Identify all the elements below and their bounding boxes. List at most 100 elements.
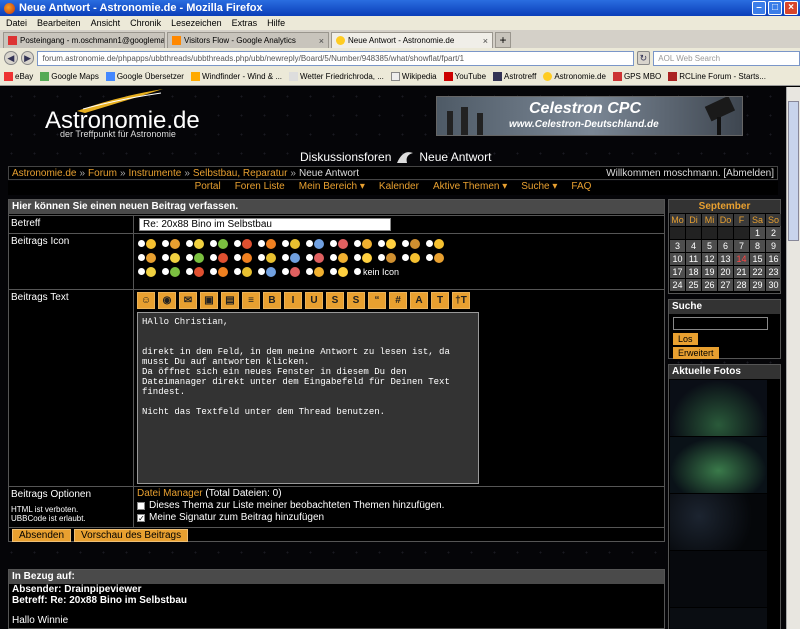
tab-analytics[interactable]: Visitors Flow - Google Analytics × (167, 32, 329, 48)
calendar-day[interactable]: 5 (702, 240, 717, 252)
bookmark-wetter[interactable]: Wetter Friedrichroda, ... (289, 72, 384, 81)
radio-icon[interactable] (210, 268, 217, 275)
calendar-day[interactable]: 22 (750, 266, 765, 278)
vertical-scrollbar[interactable] (786, 87, 800, 629)
toolbar-quote-button[interactable]: “ (368, 292, 386, 309)
radio-icon[interactable] (234, 254, 241, 261)
submit-button[interactable]: Absenden (12, 528, 72, 542)
radio-icon[interactable] (138, 254, 145, 261)
calendar-day[interactable]: 10 (670, 253, 685, 265)
radio-icon[interactable] (258, 240, 265, 247)
calendar-day[interactable]: 8 (750, 240, 765, 252)
aurora-photo-1[interactable] (670, 380, 767, 436)
calendar-day[interactable]: 20 (718, 266, 733, 278)
radio-icon[interactable] (162, 240, 169, 247)
menu-ansicht[interactable]: Ansicht (91, 18, 121, 28)
calendar-day[interactable]: 18 (686, 266, 701, 278)
radio-icon[interactable] (258, 268, 265, 275)
post-icon-option[interactable] (378, 251, 397, 264)
post-icon-option[interactable] (330, 251, 349, 264)
bookmark-astrotreff[interactable]: Astrotreff (493, 72, 536, 81)
bookmark-gps-mbo[interactable]: GPS MBO (612, 72, 661, 81)
nav-foren-liste[interactable]: Foren Liste (235, 181, 285, 195)
post-icon-option[interactable] (282, 251, 301, 264)
scrollbar-thumb[interactable] (788, 101, 799, 241)
radio-icon[interactable] (282, 268, 289, 275)
post-icon-option[interactable] (162, 251, 181, 264)
radio-icon[interactable] (282, 240, 289, 247)
nav-aktive-themen[interactable]: Aktive Themen ▾ (433, 181, 507, 195)
calendar-day[interactable]: 2 (766, 227, 781, 239)
message-textarea[interactable]: HAllo Christian, direkt in dem Feld, in … (137, 312, 479, 484)
radio-icon[interactable] (234, 240, 241, 247)
bookmark-google-translate[interactable]: Google Übersetzer (105, 72, 184, 81)
post-icon-option[interactable] (138, 251, 157, 264)
toolbar-italic-button[interactable]: I (284, 292, 302, 309)
post-icon-option[interactable] (210, 251, 229, 264)
post-icon-option[interactable] (258, 237, 277, 250)
post-icon-option[interactable] (234, 251, 253, 264)
menu-hilfe[interactable]: Hilfe (267, 18, 285, 28)
toolbar-list-button[interactable]: ≡ (242, 292, 260, 309)
radio-icon[interactable] (162, 254, 169, 261)
post-icon-option[interactable] (330, 237, 349, 250)
calendar-day[interactable]: 11 (686, 253, 701, 265)
radio-icon[interactable] (426, 254, 433, 261)
post-icon-option[interactable] (402, 237, 421, 250)
bookmark-google-maps[interactable]: Google Maps (40, 72, 99, 81)
radio-icon[interactable] (354, 268, 361, 275)
calendar-day[interactable]: 7 (734, 240, 749, 252)
no-icon-option[interactable]: kein Icon (354, 265, 399, 278)
post-icon-option[interactable] (282, 237, 301, 250)
nav-portal[interactable]: Portal (195, 181, 221, 195)
address-bar[interactable]: forum.astronomie.de/phpapps/ubbthreads/u… (37, 50, 634, 66)
calendar-day[interactable]: 24 (670, 279, 685, 291)
calendar-day[interactable]: 26 (702, 279, 717, 291)
new-tab-button[interactable]: + (495, 32, 511, 48)
toolbar-font-size-button[interactable]: †T (452, 292, 470, 309)
signature-checkbox[interactable]: ✓ (137, 514, 145, 523)
bookmark-ebay[interactable]: eBay (4, 72, 33, 81)
toolbar-image-small-button[interactable]: ▤ (221, 292, 239, 309)
tab-close-icon[interactable]: × (483, 36, 488, 46)
post-icon-option[interactable] (306, 265, 325, 278)
menu-lesezeichen[interactable]: Lesezeichen (171, 18, 222, 28)
moon-photo[interactable] (670, 551, 767, 607)
radio-icon[interactable] (162, 268, 169, 275)
menu-bearbeiten[interactable]: Bearbeiten (37, 18, 81, 28)
minimize-icon[interactable]: – (752, 1, 766, 15)
calendar-day[interactable]: 1 (750, 227, 765, 239)
watch-checkbox[interactable] (137, 502, 145, 510)
radio-icon[interactable] (306, 254, 313, 261)
search-advanced-button[interactable]: Erweitert (673, 347, 719, 359)
radio-icon[interactable] (402, 254, 409, 261)
radio-icon[interactable] (186, 240, 193, 247)
post-icon-option[interactable] (234, 265, 253, 278)
calendar-day[interactable]: 19 (702, 266, 717, 278)
reload-icon[interactable]: ↻ (636, 51, 651, 65)
post-icon-option[interactable] (138, 265, 157, 278)
calendar-day[interactable]: 28 (734, 279, 749, 291)
post-icon-option[interactable] (186, 237, 205, 250)
toolbar-smiley-button[interactable]: ☺ (137, 292, 155, 309)
breadcrumb-forum[interactable]: Forum (88, 168, 117, 179)
toolbar-strike2-button[interactable]: S (347, 292, 365, 309)
post-icon-option[interactable] (354, 251, 373, 264)
post-icon-option[interactable] (402, 251, 421, 264)
breadcrumb-instrumente[interactable]: Instrumente (129, 168, 182, 179)
radio-icon[interactable] (402, 240, 409, 247)
menu-datei[interactable]: Datei (6, 18, 27, 28)
radio-icon[interactable] (354, 254, 361, 261)
calendar-day[interactable]: 21 (734, 266, 749, 278)
post-icon-option[interactable] (186, 251, 205, 264)
preview-button[interactable]: Vorschau des Beitrags (74, 528, 189, 542)
calendar-day[interactable]: 9 (766, 240, 781, 252)
radio-icon[interactable] (210, 254, 217, 261)
calendar-day[interactable]: 23 (766, 266, 781, 278)
radio-icon[interactable] (330, 240, 337, 247)
calendar-day[interactable]: 25 (686, 279, 701, 291)
radio-icon[interactable] (210, 240, 217, 247)
night-sky-photo[interactable] (670, 494, 767, 550)
post-icon-option[interactable] (138, 237, 157, 250)
welcome-text[interactable]: Willkommen moschmann. [Abmelden] (606, 168, 774, 179)
